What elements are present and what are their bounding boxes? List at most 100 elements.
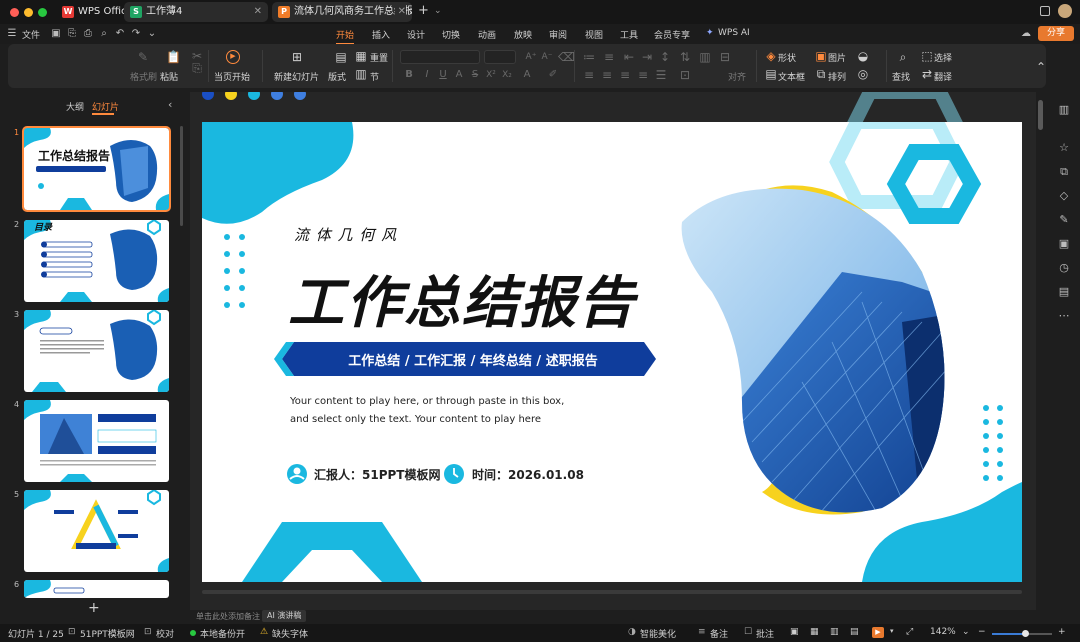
increase-indent-icon[interactable]: ⇥ <box>640 50 654 64</box>
template-label[interactable]: 51PPT模板网 <box>80 627 135 640</box>
copy-style-icon[interactable]: ⧉ <box>1058 166 1070 178</box>
maximize-window-button[interactable] <box>38 8 47 17</box>
tab-insert[interactable]: 插入 <box>372 28 390 41</box>
increase-font-icon[interactable]: A⁺ <box>524 50 538 64</box>
shape-button[interactable]: 形状 <box>778 51 796 64</box>
backup-status[interactable]: 本地备份开 <box>200 627 245 640</box>
zoom-level[interactable]: 142% <box>930 627 956 637</box>
slide-thumbnail-3[interactable] <box>24 310 169 392</box>
zoom-slider[interactable] <box>992 630 1052 637</box>
slide-banner-text[interactable]: 工作总结 / 工作汇报 / 年终总结 / 述职报告 <box>298 350 648 369</box>
tab-view[interactable]: 视图 <box>585 28 603 41</box>
tab-wps-ai[interactable]: WPS AI <box>718 28 750 38</box>
section-button[interactable]: 节 <box>370 70 379 83</box>
slide-title[interactable]: 工作总结报告 <box>288 258 636 339</box>
font-size-select[interactable] <box>484 50 516 64</box>
shadow-text-icon[interactable]: A <box>452 68 466 82</box>
star-icon[interactable]: ☆ <box>1058 142 1070 154</box>
zoom-slider-knob[interactable] <box>1021 630 1029 637</box>
brush-icon[interactable]: ✎ <box>1058 214 1070 226</box>
tab-outline[interactable]: 大纲 <box>66 100 84 113</box>
distribute-icon[interactable]: ☰ <box>654 68 668 82</box>
close-window-button[interactable] <box>10 8 19 17</box>
translate-button[interactable]: 翻译 <box>934 70 952 83</box>
ai-script-button[interactable]: AI 演讲稿 <box>262 610 307 622</box>
smart-art-icon[interactable]: ⊡ <box>678 68 692 82</box>
shapes-icon[interactable]: ◇ <box>1058 190 1070 202</box>
slide-body-line-2[interactable]: and select only the text. Your content t… <box>290 414 541 425</box>
arrange-button[interactable]: 排列 <box>828 70 846 83</box>
line-spacing-icon[interactable]: ↕ <box>658 50 672 64</box>
clear-format-icon[interactable]: ⌫ <box>558 50 575 64</box>
highlight-icon[interactable]: ✐ <box>546 68 560 82</box>
save-icon[interactable]: ▣ <box>50 28 62 40</box>
new-slide-button[interactable]: 新建幻灯片 <box>274 70 319 83</box>
canvas-vertical-scrollbar[interactable] <box>1038 100 1043 130</box>
outline-icon[interactable]: ◎ <box>856 67 870 81</box>
dropdown-icon[interactable]: ▾ <box>890 627 894 635</box>
slide-thumbnail-2[interactable]: 目录 <box>24 220 169 302</box>
decrease-indent-icon[interactable]: ⇤ <box>622 50 636 64</box>
layout-button[interactable]: 版式 <box>328 70 346 83</box>
undo-icon[interactable]: ↶ <box>114 28 126 40</box>
align-right-icon[interactable]: ≡ <box>618 68 632 82</box>
chevron-down-icon[interactable]: ⌄ <box>434 6 442 16</box>
slide-time[interactable]: 时间：2026.01.08 <box>472 466 584 483</box>
slide-thumbnail-4[interactable] <box>24 400 169 482</box>
text-direction-icon[interactable]: ⇅ <box>678 50 692 64</box>
zoom-in-icon[interactable]: + <box>1058 627 1066 637</box>
comments-button[interactable]: 批注 <box>756 627 774 640</box>
superscript-icon[interactable]: X² <box>484 68 498 82</box>
underline-icon[interactable]: U <box>436 68 450 82</box>
slide-thumbnail-1[interactable]: 工作总结报告 <box>22 126 171 212</box>
print-preview-icon[interactable]: ⌕ <box>98 28 110 40</box>
font-family-select[interactable] <box>400 50 480 64</box>
decrease-font-icon[interactable]: A⁻ <box>540 50 554 64</box>
select-button[interactable]: 选择 <box>934 51 952 64</box>
zoom-dropdown-icon[interactable]: ⌄ <box>962 627 970 637</box>
tab-transition[interactable]: 切换 <box>442 28 460 41</box>
tab-presentation[interactable]: P 流体几何风商务工作总结报 ✕ <box>272 2 412 22</box>
paste-button[interactable]: 粘贴 <box>160 70 178 83</box>
copy-icon[interactable]: ⎘ <box>190 61 204 75</box>
quick-access-more-icon[interactable]: ⌄ <box>146 28 158 40</box>
cloud-sync-icon[interactable]: ☁ <box>1020 28 1032 40</box>
menu-file[interactable]: 文件 <box>22 28 40 41</box>
collapse-ribbon-icon[interactable]: ⌃ <box>1034 60 1048 74</box>
slide-thumbnail-5[interactable] <box>24 490 169 572</box>
tab-animation[interactable]: 动画 <box>478 28 496 41</box>
proofread-button[interactable]: 校对 <box>156 627 174 640</box>
text-align-icon[interactable]: ⊟ <box>718 50 732 64</box>
align-button[interactable]: 对齐 <box>728 70 746 83</box>
tab-design[interactable]: 设计 <box>407 28 425 41</box>
align-center-icon[interactable]: ≡ <box>600 68 614 82</box>
tab-spreadsheet[interactable]: S 工作薄4 ✕ <box>124 2 268 22</box>
print-icon[interactable]: ⎙ <box>82 28 94 40</box>
panel-scrollbar[interactable] <box>180 126 183 226</box>
italic-icon[interactable]: I <box>420 68 434 82</box>
fill-icon[interactable]: ◒ <box>856 49 870 63</box>
numbered-list-icon[interactable]: ≡ <box>602 50 616 64</box>
strikethrough-icon[interactable]: S <box>468 68 482 82</box>
share-button[interactable]: 分享 <box>1038 26 1074 41</box>
smart-beautify-button[interactable]: 智能美化 <box>640 627 676 640</box>
collapse-panel-icon[interactable]: ‹ <box>168 98 172 111</box>
align-left-icon[interactable]: ≡ <box>582 68 596 82</box>
slide-reporter[interactable]: 汇报人：51PPT模板网 <box>314 466 440 483</box>
subscript-icon[interactable]: X₂ <box>500 68 514 82</box>
format-brush-button[interactable]: 格式刷 <box>130 70 157 83</box>
more-icon[interactable]: ⋯ <box>1058 310 1070 322</box>
minimize-window-button[interactable] <box>24 8 33 17</box>
font-color-icon[interactable]: A <box>520 68 534 82</box>
notes-placeholder[interactable]: 单击此处添加备注 <box>196 611 260 622</box>
export-icon[interactable]: ⎘ <box>66 28 78 40</box>
tab-membership[interactable]: 会员专享 <box>654 28 690 41</box>
close-tab-icon[interactable]: ✕ <box>254 2 262 22</box>
close-tab-icon[interactable]: ✕ <box>394 2 406 22</box>
columns-icon[interactable]: ▥ <box>698 50 712 64</box>
office-icon[interactable]: ▤ <box>1058 286 1070 298</box>
redo-icon[interactable]: ↷ <box>130 28 142 40</box>
avatar[interactable] <box>1058 4 1072 18</box>
new-tab-button[interactable]: + <box>418 3 429 18</box>
bold-icon[interactable]: B <box>402 68 416 82</box>
